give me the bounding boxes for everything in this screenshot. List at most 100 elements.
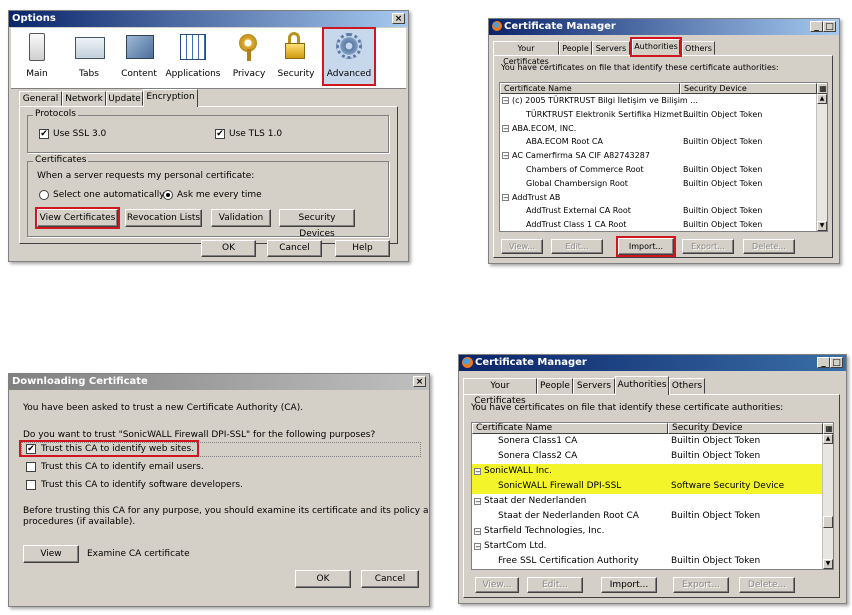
category-security[interactable]: Security bbox=[274, 31, 318, 83]
collapse-icon[interactable]: − bbox=[502, 124, 509, 132]
cm1-tab-servers[interactable]: Servers bbox=[592, 41, 630, 55]
close-icon[interactable]: × bbox=[392, 13, 405, 24]
cm1-list-item[interactable]: ABA.ECOM Root CA Builtin Object Token bbox=[500, 135, 817, 149]
category-privacy[interactable]: Privacy bbox=[228, 31, 270, 83]
collapse-icon[interactable]: − bbox=[502, 97, 509, 105]
minimize-icon[interactable]: _ bbox=[817, 357, 830, 368]
scroll-thumb[interactable] bbox=[823, 516, 833, 528]
cm2-list-item[interactable]: StartCom Ltd. − bbox=[472, 539, 823, 554]
collapse-icon[interactable]: − bbox=[502, 193, 509, 201]
cm1-scrollbar[interactable]: ▲ ▼ bbox=[816, 94, 827, 231]
view-certificates-button[interactable]: View Certificates bbox=[35, 207, 120, 229]
ok-button[interactable]: OK bbox=[295, 570, 351, 588]
firefox-icon bbox=[462, 356, 473, 368]
close-icon[interactable]: × bbox=[413, 376, 426, 387]
subtab-general[interactable]: General bbox=[19, 91, 62, 106]
validation-button[interactable]: Validation bbox=[211, 209, 271, 227]
cm2-tab-others[interactable]: Others bbox=[669, 378, 705, 394]
cm1-list-item[interactable]: AddTrust External CA Root Builtin Object … bbox=[500, 204, 817, 218]
ssl-checkbox[interactable]: ✔ bbox=[39, 129, 49, 139]
maximize-icon[interactable]: □ bbox=[823, 21, 836, 32]
cert-name: Staat der Nederlanden Root CA bbox=[498, 511, 639, 521]
subtab-encryption[interactable]: Encryption bbox=[143, 89, 198, 107]
cm2-list-item[interactable]: Staat der Nederlanden − bbox=[472, 494, 823, 509]
cm1-list-item[interactable]: Chambers of Commerce Root Builtin Object … bbox=[500, 163, 817, 177]
trust-web-sites-checkbox[interactable]: ✔ bbox=[26, 444, 36, 454]
cm2-list-item[interactable]: Staat der Nederlanden Root CA Builtin Obj… bbox=[472, 509, 823, 524]
collapse-icon[interactable]: − bbox=[474, 498, 481, 506]
maximize-icon[interactable]: □ bbox=[830, 357, 843, 368]
revocation-lists-button[interactable]: Revocation Lists bbox=[125, 209, 202, 227]
minimize-icon[interactable]: _ bbox=[810, 21, 823, 32]
cancel-button[interactable]: Cancel bbox=[267, 240, 322, 257]
category-main[interactable]: Main bbox=[17, 31, 57, 83]
cm1-list-item[interactable]: AddTrust Class 1 CA Root Builtin Object T… bbox=[500, 218, 817, 231]
radio-select-auto[interactable] bbox=[39, 190, 49, 200]
category-applications[interactable]: Applications bbox=[164, 31, 222, 83]
column-picker-icon[interactable]: ▦ bbox=[823, 423, 833, 434]
ssl-label: Use SSL 3.0 bbox=[53, 129, 107, 139]
subtab-network[interactable]: Network bbox=[62, 91, 106, 106]
radio-ask-every-time[interactable] bbox=[163, 190, 173, 200]
cm2-list-item[interactable]: Sonera Class1 CA Builtin Object Token bbox=[472, 434, 823, 449]
scroll-up-icon[interactable]: ▲ bbox=[823, 434, 833, 444]
cm2-list-item[interactable]: Free SSL Certification Authority Builtin … bbox=[472, 554, 823, 569]
collapse-icon[interactable]: − bbox=[474, 543, 481, 551]
trust-software-label: Trust this CA to identify software devel… bbox=[41, 480, 243, 490]
scroll-down-icon[interactable]: ▼ bbox=[817, 221, 827, 231]
cm1-view-button[interactable]: View... bbox=[501, 239, 543, 254]
security-devices-button[interactable]: Security Devices bbox=[279, 209, 355, 239]
view-button[interactable]: View bbox=[23, 545, 79, 563]
cm1-list-item[interactable]: ABA.ECOM, INC. − bbox=[500, 122, 817, 136]
cm2-tab-servers[interactable]: Servers bbox=[573, 378, 615, 394]
scroll-up-icon[interactable]: ▲ bbox=[817, 94, 827, 104]
cert-device: Builtin Object Token bbox=[671, 451, 761, 461]
collapse-icon[interactable]: − bbox=[474, 468, 481, 476]
options-titlebar: Options bbox=[9, 11, 408, 27]
cm1-export-button[interactable]: Export... bbox=[682, 239, 734, 254]
cm1-list-item[interactable]: TÜRKTRUST Elektronik Sertifika Hizmet ..… bbox=[500, 108, 817, 122]
ok-button[interactable]: OK bbox=[201, 240, 256, 257]
cm2-list-item[interactable]: SonicWALL Firewall DPI-SSL Software Secur… bbox=[472, 479, 823, 494]
cm1-import-button[interactable]: Import... bbox=[616, 236, 676, 257]
cm1-list-item[interactable]: (c) 2005 TÜRKTRUST Bilgi İletişim ve Bil… bbox=[500, 94, 817, 108]
category-content[interactable]: Content bbox=[114, 31, 164, 83]
cm1-list-item[interactable]: AddTrust AB − bbox=[500, 191, 817, 205]
tls-checkbox[interactable]: ✔ bbox=[215, 129, 225, 139]
cm2-import-button[interactable]: Import... bbox=[601, 577, 657, 593]
cm1-list-item[interactable]: Global Chambersign Root Builtin Object To… bbox=[500, 177, 817, 191]
cm2-tab-people[interactable]: People bbox=[537, 378, 573, 394]
collapse-icon[interactable]: − bbox=[474, 528, 481, 536]
cm2-scrollbar[interactable]: ▲ ▼ bbox=[822, 434, 833, 569]
cm1-tab-authorities[interactable]: Authorities bbox=[630, 37, 682, 57]
cm2-list-item[interactable]: Starfield Technologies, Inc. − bbox=[472, 524, 823, 539]
cm1-tab-your-certificates[interactable]: Your Certificates bbox=[493, 41, 559, 66]
cm2-export-button[interactable]: Export... bbox=[673, 577, 729, 593]
cm1-edit-button[interactable]: Edit... bbox=[551, 239, 603, 254]
collapse-icon[interactable]: − bbox=[502, 152, 509, 160]
cm2-col-device[interactable]: Security Device bbox=[668, 423, 823, 434]
cm2-tab-authorities[interactable]: Authorities bbox=[615, 376, 669, 395]
cm2-tab-your-certificates[interactable]: Your Certificates bbox=[463, 378, 537, 406]
trust-email-checkbox[interactable] bbox=[26, 462, 36, 472]
category-advanced[interactable]: Advanced bbox=[322, 27, 376, 86]
cm1-tab-people[interactable]: People bbox=[559, 41, 592, 55]
cm1-list-item[interactable]: AC Camerfirma SA CIF A82743287− bbox=[500, 149, 817, 163]
subtab-update[interactable]: Update bbox=[106, 91, 143, 106]
category-tabs[interactable]: Tabs bbox=[67, 31, 111, 83]
cm2-edit-button[interactable]: Edit... bbox=[527, 577, 583, 593]
column-picker-icon[interactable]: ▦ bbox=[817, 83, 827, 94]
cm1-col-name[interactable]: Certificate Name bbox=[500, 83, 680, 94]
cm1-col-device[interactable]: Security Device bbox=[680, 83, 817, 94]
cm2-delete-button[interactable]: Delete... bbox=[739, 577, 795, 593]
scroll-down-icon[interactable]: ▼ bbox=[823, 559, 833, 569]
help-button[interactable]: Help bbox=[335, 240, 390, 257]
cm2-view-button[interactable]: View... bbox=[475, 577, 519, 593]
cm1-delete-button[interactable]: Delete... bbox=[743, 239, 795, 254]
cm2-list-item[interactable]: SonicWALL Inc. − bbox=[472, 464, 823, 479]
cm1-tab-others[interactable]: Others bbox=[682, 41, 715, 55]
trust-software-checkbox[interactable] bbox=[26, 480, 36, 490]
cm2-col-name[interactable]: Certificate Name bbox=[472, 423, 668, 434]
cm2-list-item[interactable]: Sonera Class2 CA Builtin Object Token bbox=[472, 449, 823, 464]
cancel-button[interactable]: Cancel bbox=[361, 570, 419, 588]
